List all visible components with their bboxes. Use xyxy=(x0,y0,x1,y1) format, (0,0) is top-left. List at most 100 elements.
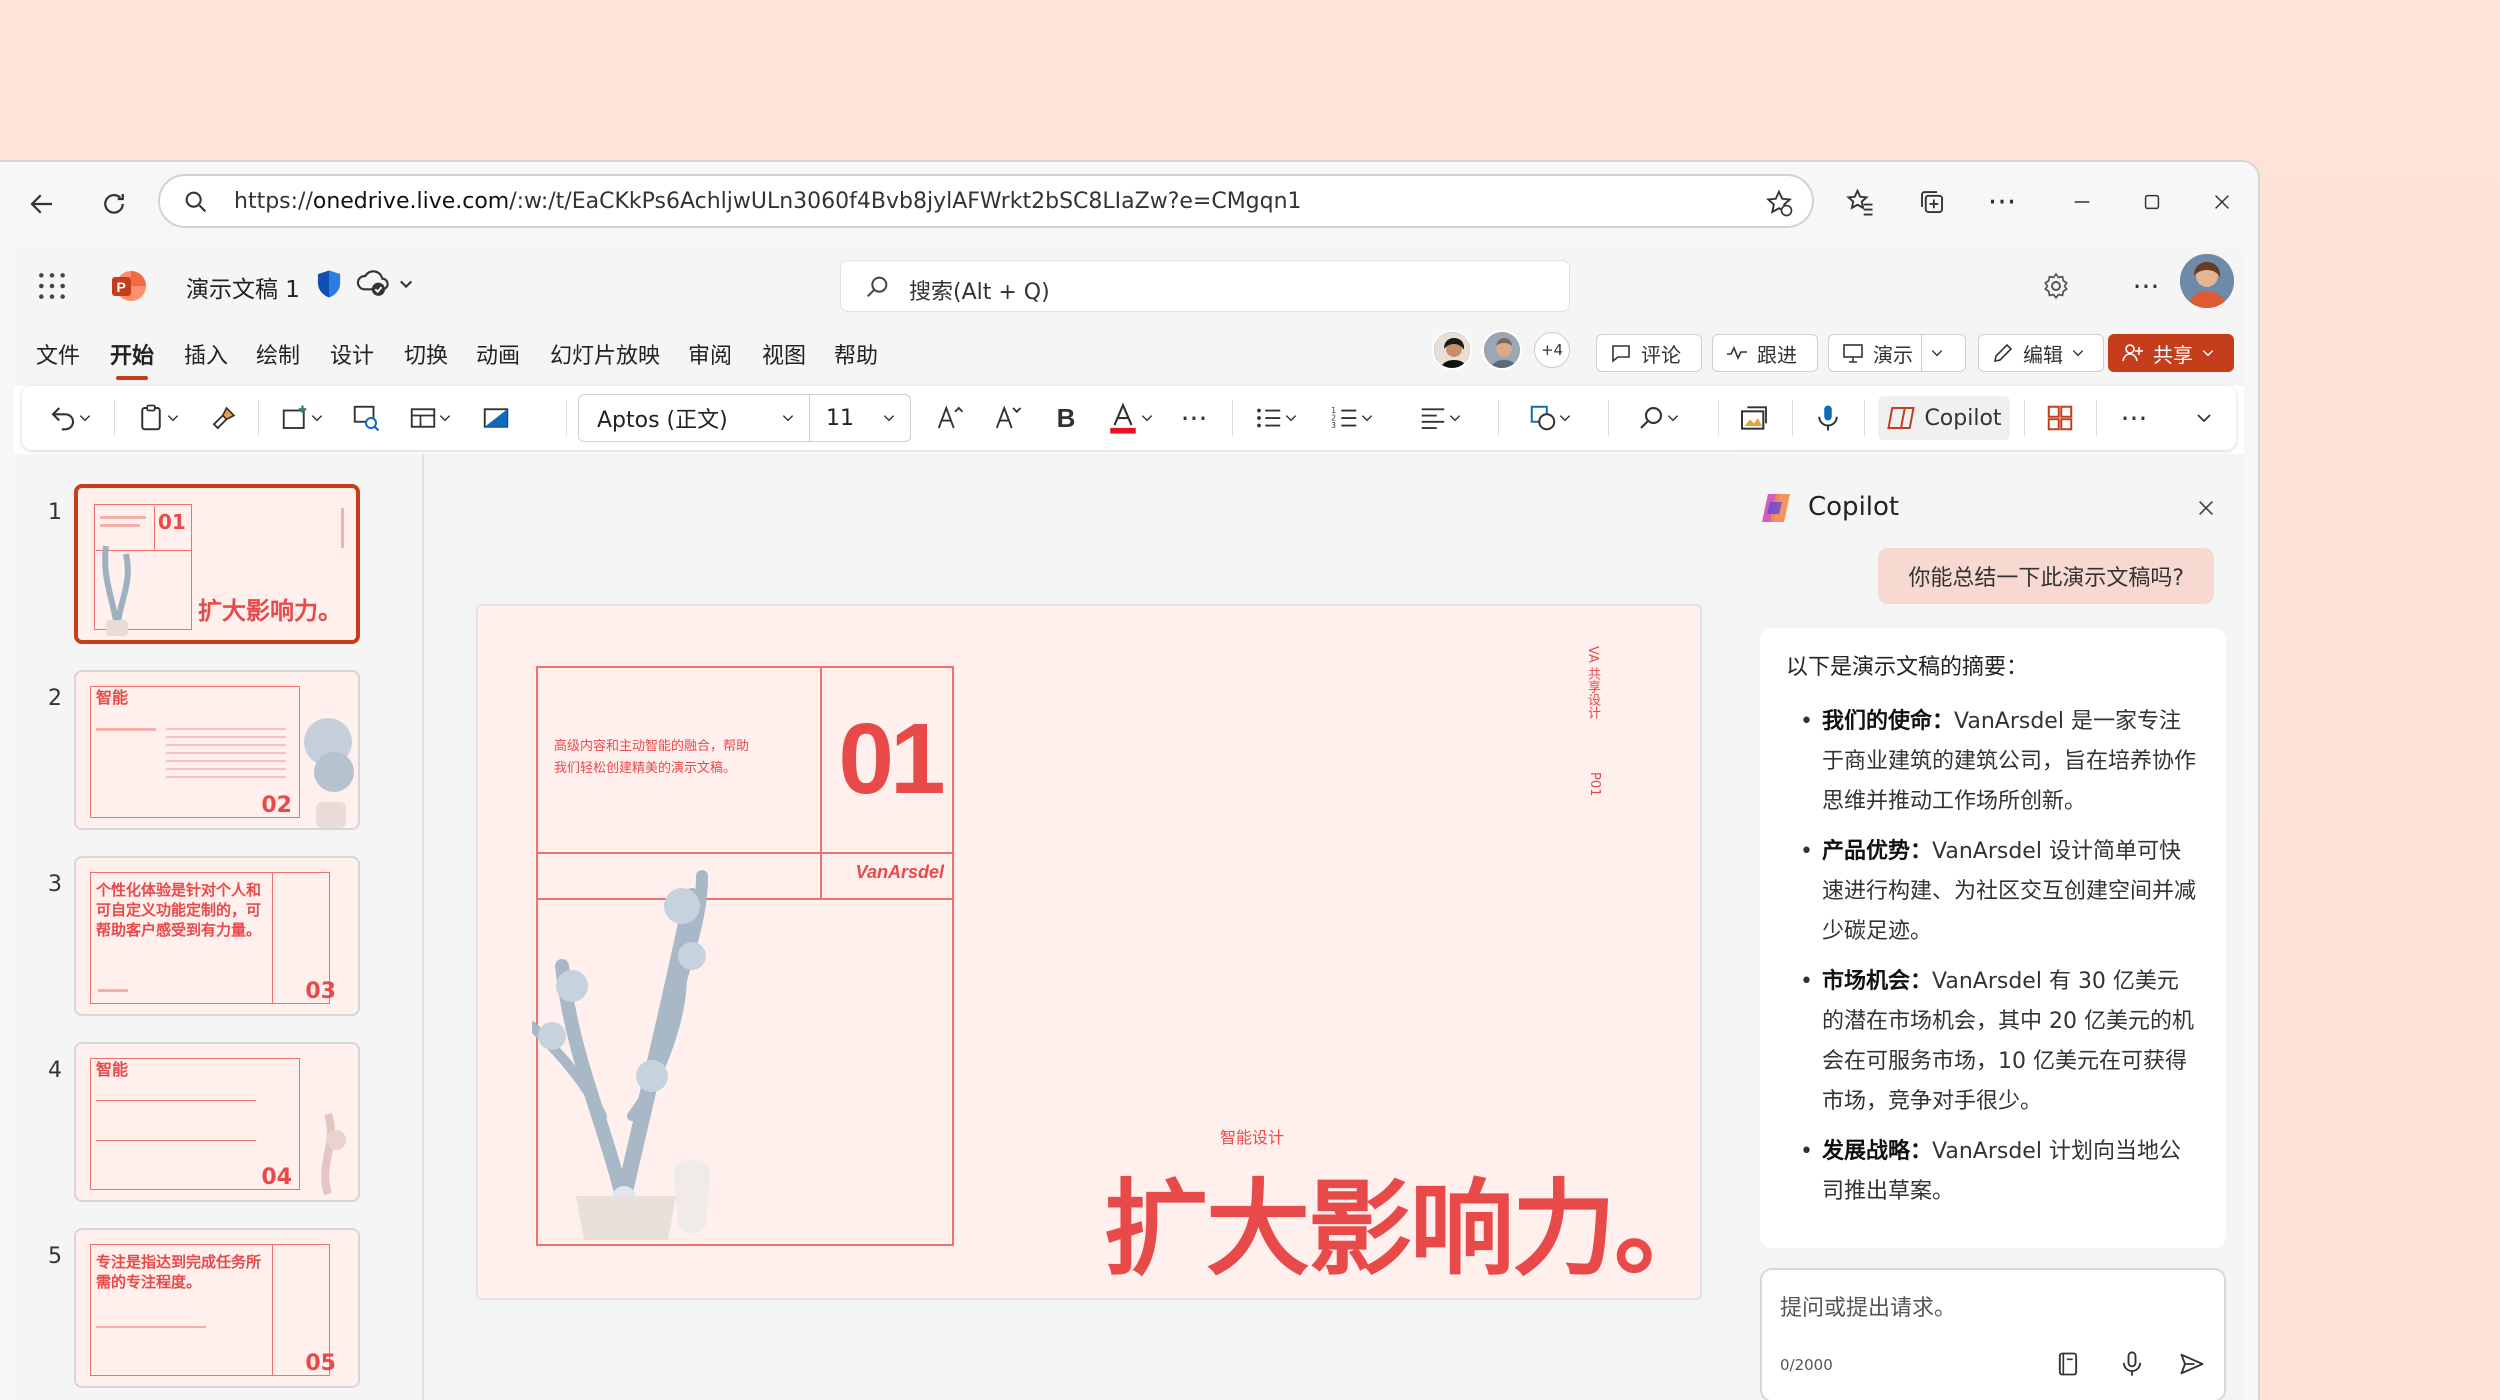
send-button[interactable] xyxy=(2172,1344,2212,1384)
new-slide-icon xyxy=(282,405,307,429)
tab-home[interactable]: 开始 xyxy=(110,338,154,380)
tab-review[interactable]: 审阅 xyxy=(688,338,732,370)
microphone-icon xyxy=(2122,1351,2142,1376)
background-button[interactable] xyxy=(474,396,518,440)
collaborator-avatar-1[interactable] xyxy=(1432,330,1472,370)
font-color-button[interactable] xyxy=(1098,396,1162,440)
address-bar[interactable]: https://onedrive.live.com/:w:/t/EaCKkPs6… xyxy=(158,174,1814,228)
more-button[interactable]: ··· xyxy=(1980,180,2024,224)
font-size-select[interactable]: 11 xyxy=(809,394,911,442)
slide-side-labels: VA 共享设计 P01 xyxy=(1576,646,1602,796)
collections-button[interactable] xyxy=(1910,180,1954,224)
numbered-list-icon: 123 xyxy=(1331,406,1357,430)
favorite-add-icon[interactable] xyxy=(1764,188,1794,218)
bold-button[interactable]: B xyxy=(1044,396,1088,440)
back-arrow-icon xyxy=(30,194,52,214)
collaborator-avatar-2[interactable] xyxy=(1482,330,1522,370)
catch-up-button[interactable]: 跟进 xyxy=(1712,334,1818,372)
slide-thumbnail-5[interactable]: 专注是指达到完成任务所需的专注程度。 05 xyxy=(74,1228,360,1388)
paste-button[interactable] xyxy=(126,396,190,440)
toolbar-separator xyxy=(1608,400,1609,436)
copilot-input[interactable]: 提问或提出请求。 0/2000 xyxy=(1760,1268,2226,1400)
font-name-select[interactable]: Aptos (正文) xyxy=(578,394,810,442)
font-name-value: Aptos (正文) xyxy=(597,408,728,433)
more-font-options-button[interactable]: ··· xyxy=(1172,396,1216,440)
slide-thumbnail-4[interactable]: 智能 04 xyxy=(74,1042,360,1202)
save-status-icon[interactable] xyxy=(356,268,414,304)
copilot-button[interactable]: Copilot xyxy=(1878,396,2010,440)
numbering-button[interactable]: 123 xyxy=(1320,396,1384,440)
tab-slideshow[interactable]: 幻灯片放映 xyxy=(550,338,660,370)
thumbnail-index: 4 xyxy=(48,1058,62,1083)
tab-design[interactable]: 设计 xyxy=(330,338,374,370)
undo-button[interactable] xyxy=(38,396,102,440)
increase-font-button[interactable] xyxy=(928,396,972,440)
minimize-button[interactable] xyxy=(2060,180,2104,224)
chevron-down-icon[interactable] xyxy=(1921,335,1951,371)
comments-label: 评论 xyxy=(1641,342,1681,367)
tab-help[interactable]: 帮助 xyxy=(834,338,878,370)
tab-draw[interactable]: 绘制 xyxy=(256,338,300,370)
align-button[interactable] xyxy=(1408,396,1472,440)
present-button[interactable]: 演示 xyxy=(1828,334,1966,372)
comments-button[interactable]: 评论 xyxy=(1596,334,1702,372)
url-text: https://onedrive.live.com/:w:/t/EaCKkPs6… xyxy=(234,189,1302,214)
more-commands-button[interactable]: ··· xyxy=(2112,396,2156,440)
tab-file[interactable]: 文件 xyxy=(36,338,80,370)
back-button[interactable] xyxy=(16,178,68,230)
font-size-value: 11 xyxy=(826,405,854,431)
more-collaborators-badge[interactable]: +4 xyxy=(1534,332,1570,368)
close-copilot-button[interactable] xyxy=(2188,490,2224,526)
powerpoint-logo-icon: P xyxy=(108,266,148,306)
brand-logo: VanArsdel xyxy=(855,862,944,882)
close-window-button[interactable] xyxy=(2200,180,2244,224)
chevron-down-icon xyxy=(1361,415,1373,422)
dictate-button[interactable] xyxy=(1806,396,1850,440)
decrease-font-button[interactable] xyxy=(986,396,1030,440)
shapes-button[interactable] xyxy=(1518,396,1582,440)
new-slide-button[interactable] xyxy=(270,396,334,440)
find-button[interactable] xyxy=(1626,396,1690,440)
slide-number: 01 xyxy=(838,703,945,815)
refresh-button[interactable] xyxy=(88,178,140,230)
app-launcher-button[interactable] xyxy=(32,266,72,306)
more-options-button[interactable]: ··· xyxy=(2124,264,2168,308)
slide-divider xyxy=(820,666,822,898)
document-title[interactable]: 演示文稿 1 xyxy=(186,270,300,304)
editing-mode-button[interactable]: 编辑 xyxy=(1978,334,2104,372)
tab-transitions[interactable]: 切换 xyxy=(404,338,448,370)
voice-input-button[interactable] xyxy=(2112,1344,2152,1384)
slide-thumbnail-1[interactable]: 01 扩大影响力。 xyxy=(74,484,360,644)
bold-icon: B xyxy=(1056,402,1076,433)
layout-button[interactable] xyxy=(398,396,462,440)
settings-button[interactable] xyxy=(2034,264,2078,308)
slide-thumbnail-3[interactable]: 个性化体验是针对个人和可自定义功能定制的，可帮助客户感受到有力量。 03 xyxy=(74,856,360,1016)
workspace: 1 01 扩大影响力。 2 智能 02 3 个性化体验是针对个人和可自定义功能定… xyxy=(14,454,2244,1400)
maximize-icon xyxy=(2144,194,2160,210)
decrease-font-icon xyxy=(995,405,1022,429)
chevron-down-icon xyxy=(1285,415,1297,422)
microphone-icon xyxy=(1818,405,1838,431)
align-left-icon xyxy=(1421,408,1445,429)
add-in-button[interactable] xyxy=(1730,396,1778,440)
user-avatar[interactable] xyxy=(2180,254,2234,308)
collapse-ribbon-button[interactable] xyxy=(2186,396,2222,440)
tab-insert[interactable]: 插入 xyxy=(184,338,228,370)
bullets-button[interactable] xyxy=(1244,396,1308,440)
share-button[interactable]: 共享 xyxy=(2108,334,2234,372)
thumbnail-title: 扩大影响力。 xyxy=(198,597,342,625)
search-placeholder: 搜索(Alt + Q) xyxy=(909,280,1050,305)
tab-view[interactable]: 视图 xyxy=(762,338,806,370)
format-painter-button[interactable] xyxy=(202,396,246,440)
share-label: 共享 xyxy=(2153,342,2193,367)
reuse-slides-button[interactable] xyxy=(344,396,388,440)
designer-button[interactable] xyxy=(2038,396,2082,440)
slide-1[interactable]: 高级内容和主动智能的融合，帮助我们轻松创建精美的演示文稿。 01 VanArsd… xyxy=(476,604,1702,1300)
sensitivity-shield-icon[interactable] xyxy=(314,268,344,304)
slide-thumbnail-2[interactable]: 智能 02 xyxy=(74,670,360,830)
prompt-guide-button[interactable] xyxy=(2048,1344,2088,1384)
tab-animations[interactable]: 动画 xyxy=(476,338,520,370)
search-box[interactable]: 搜索(Alt + Q) xyxy=(840,260,1570,312)
maximize-button[interactable] xyxy=(2130,180,2174,224)
favorites-button[interactable] xyxy=(1838,180,1882,224)
